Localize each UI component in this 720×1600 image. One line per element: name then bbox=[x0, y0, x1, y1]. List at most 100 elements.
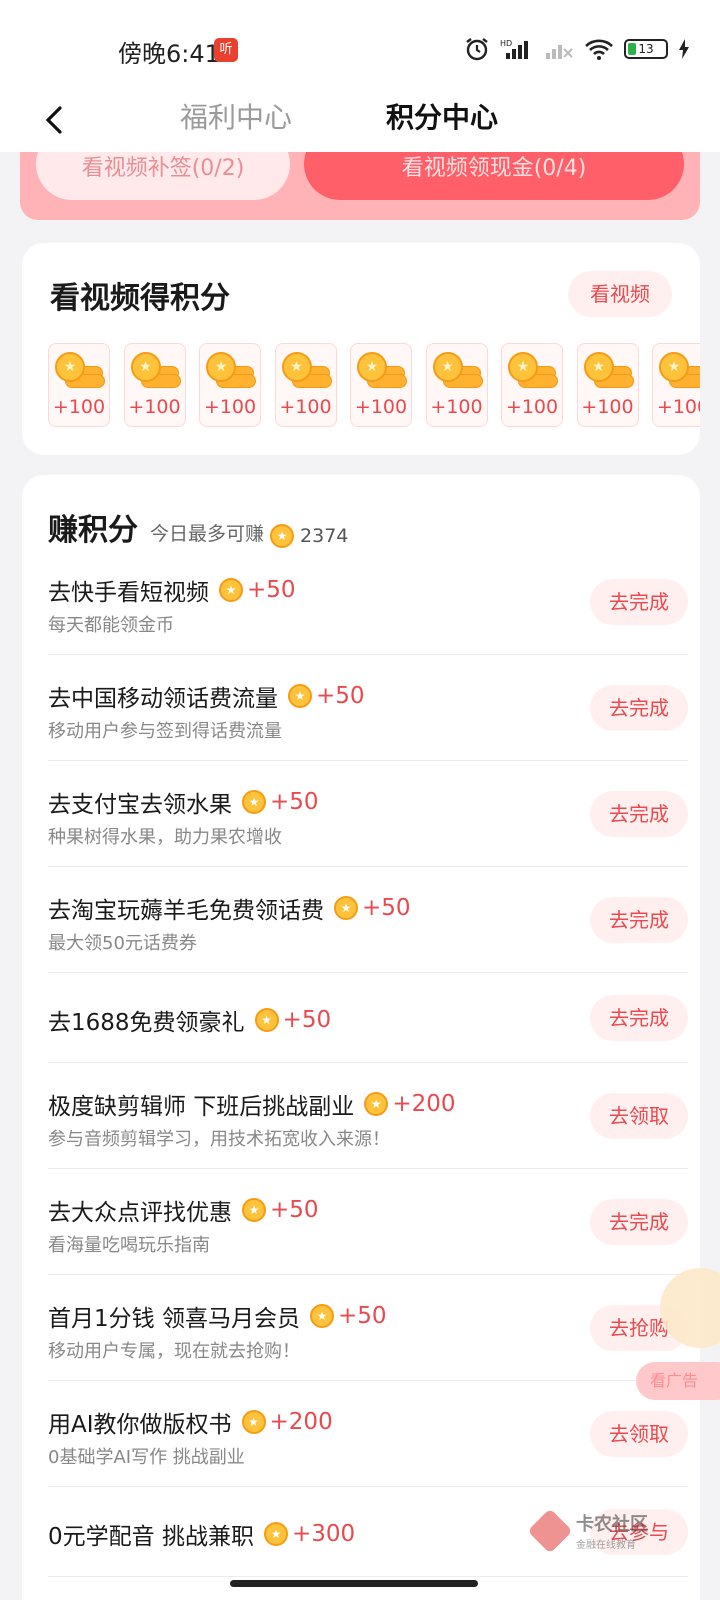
watch-video-button[interactable]: 看视频 bbox=[568, 271, 672, 317]
task-description: 0基础学AI写作 挑战副业 bbox=[48, 1447, 245, 1468]
app-badge-icon: 听 bbox=[214, 38, 238, 62]
coin-stack-icon bbox=[508, 352, 558, 388]
makeup-checkin-button[interactable]: 看视频补签(0/2) bbox=[36, 152, 290, 200]
coin-reward-tile[interactable]: +100 bbox=[576, 343, 639, 427]
task-description: 移动用户参与签到得话费流量 bbox=[48, 721, 282, 742]
task-points: +50 bbox=[337, 1303, 387, 1329]
task-action-button[interactable]: 去完成 bbox=[590, 1199, 688, 1245]
task-points: +50 bbox=[316, 683, 365, 709]
star-coin-icon: ★ bbox=[309, 1304, 334, 1328]
task-action-button[interactable]: 去完成 bbox=[590, 685, 688, 731]
coin-stack-icon bbox=[659, 352, 700, 388]
earn-points-card: 赚积分 今日最多可赚 ★ 2374 去快手看短视频 ★ +50 每天都能领金币 去完成去… bbox=[22, 475, 700, 1600]
task-action-button[interactable]: 去完成 bbox=[590, 995, 688, 1041]
alarm-icon bbox=[464, 36, 490, 62]
earn-max-points: 2374 bbox=[300, 525, 349, 547]
task-item: 去淘宝玩薅羊毛免费领话费 ★ +50 最大领50元话费券 去完成 bbox=[48, 867, 688, 973]
video-points-title: 看视频得积分 bbox=[50, 281, 230, 316]
watermark: 卡农社区 金融在线教育 bbox=[527, 1507, 648, 1554]
coin-reward-tile[interactable]: +100 bbox=[123, 343, 186, 427]
task-action-button[interactable]: 去完成 bbox=[590, 791, 688, 837]
coin-reward-tile[interactable]: +100 bbox=[48, 343, 110, 427]
task-item: 极度缺剪辑师 下班后挑战副业 ★ +200 参与音频剪辑学习，用技术拓宽收入来源！ 去领… bbox=[48, 1063, 688, 1169]
earn-title: 赚积分 bbox=[48, 513, 138, 548]
watermark-logo-icon bbox=[527, 1507, 573, 1554]
task-action-button[interactable]: 去领取 bbox=[590, 1411, 688, 1457]
earn-subtitle: 今日最多可赚 bbox=[150, 523, 265, 545]
watermark-sub: 金融在线教育 bbox=[576, 1540, 636, 1551]
watch-video-cash-button[interactable]: 看视频领现金(0/4) bbox=[304, 152, 684, 200]
task-item: 去1688免费领豪礼 ★ +50 去完成 bbox=[48, 973, 688, 1063]
coin-stack-icon bbox=[432, 352, 483, 388]
task-points: +50 bbox=[270, 1197, 319, 1223]
task-title: 去大众点评找优惠 bbox=[48, 1200, 232, 1226]
svg-text:HD: HD bbox=[500, 39, 512, 48]
coin-reward-label: +100 bbox=[430, 396, 483, 418]
task-title: 首月1分钱 领喜马月会员 bbox=[48, 1306, 300, 1332]
charging-icon bbox=[678, 38, 690, 60]
coin-stack-icon bbox=[281, 352, 332, 388]
coin-reward-tile[interactable]: +100 bbox=[652, 343, 700, 427]
coin-reward-label: +100 bbox=[656, 396, 700, 418]
task-title: 去1688免费领豪礼 bbox=[48, 1010, 245, 1036]
video-points-card: 看视频得积分 看视频 +100+100+100+100+100+100+100+… bbox=[22, 243, 700, 455]
earn-header: 赚积分 今日最多可赚 ★ 2374 bbox=[48, 505, 348, 549]
coin-reward-tile[interactable]: +100 bbox=[501, 343, 563, 427]
battery-level: 13 bbox=[638, 42, 654, 56]
task-title: 去支付宝去领水果 bbox=[48, 792, 232, 818]
home-indicator[interactable] bbox=[230, 1580, 478, 1587]
task-item: 首月1分钱 领喜马月会员 ★ +50 移动用户专属，现在就去抢购！ 去抢购 bbox=[48, 1275, 688, 1381]
coin-reward-label: +100 bbox=[279, 396, 332, 418]
coin-reward-label: +100 bbox=[354, 396, 408, 418]
task-action-button[interactable]: 去领取 bbox=[590, 1093, 688, 1139]
task-points: +200 bbox=[269, 1409, 333, 1435]
star-coin-icon: ★ bbox=[242, 1198, 266, 1222]
coin-stack-icon bbox=[206, 352, 256, 388]
task-points: +50 bbox=[362, 895, 411, 921]
task-description: 种果树得水果，助力果农增收 bbox=[48, 827, 282, 848]
chevron-left-icon bbox=[45, 106, 62, 134]
coin-reward-tile[interactable]: +100 bbox=[274, 343, 337, 427]
coin-reward-tile[interactable]: +100 bbox=[350, 343, 412, 427]
star-coin-icon: ★ bbox=[241, 1410, 266, 1434]
task-list: 去快手看短视频 ★ +50 每天都能领金币 去完成 去中国移动领话费流量 ★ +50 移动用户参… bbox=[48, 549, 688, 1577]
task-points: +300 bbox=[291, 1521, 356, 1547]
coin-reward-tile[interactable]: +100 bbox=[425, 343, 488, 427]
coin-stack-icon bbox=[357, 352, 407, 388]
task-title: 去中国移动领话费流量 bbox=[48, 686, 278, 712]
star-coin-icon: ★ bbox=[254, 1008, 279, 1032]
task-item: 用AI教你做版权书 ★ +200 0基础学AI写作 挑战副业 去领取 bbox=[48, 1381, 688, 1487]
task-item: 去快手看短视频 ★ +50 每天都能领金币 去完成 bbox=[48, 549, 688, 655]
coin-reward-label: +100 bbox=[203, 396, 257, 418]
floating-ad-widget[interactable]: 看广告 bbox=[636, 1258, 720, 1408]
task-action-button[interactable]: 去完成 bbox=[590, 897, 688, 943]
task-description: 每天都能领金币 bbox=[48, 615, 174, 636]
back-button[interactable] bbox=[30, 96, 78, 144]
task-item: 去大众点评找优惠 ★ +50 看海量吃喝玩乐指南 去完成 bbox=[48, 1169, 688, 1275]
coin-stack-icon bbox=[55, 352, 105, 388]
battery-icon: 13 bbox=[624, 39, 668, 59]
floating-ad-label: 看广告 bbox=[636, 1362, 720, 1400]
tab-welfare-center[interactable]: 福利中心 bbox=[180, 94, 292, 142]
coin-bag-icon bbox=[660, 1268, 720, 1348]
status-time: 傍晚6:41 bbox=[118, 40, 220, 68]
star-coin-icon: ★ bbox=[334, 896, 358, 920]
coin-reward-row: +100 +100 +100 +100 +100 +100 +100 +100 +100 bbox=[48, 343, 700, 429]
task-points: +50 bbox=[247, 577, 296, 603]
signal-off-icon bbox=[544, 37, 574, 61]
task-title: 用AI教你做版权书 bbox=[48, 1412, 232, 1438]
status-bar: 傍晚6:41 听 HD 13 bbox=[0, 0, 720, 88]
star-coin-icon: ★ bbox=[288, 684, 312, 708]
coin-reward-label: +100 bbox=[581, 396, 634, 418]
task-description: 看海量吃喝玩乐指南 bbox=[48, 1235, 210, 1256]
coin-reward-tile[interactable]: +100 bbox=[199, 343, 261, 427]
status-icons: HD 13 bbox=[464, 34, 690, 64]
star-coin-icon: ★ bbox=[219, 578, 243, 602]
tab-points-center[interactable]: 积分中心 bbox=[386, 94, 498, 142]
star-coin-icon: ★ bbox=[263, 1522, 288, 1546]
coin-reward-label: +100 bbox=[52, 396, 106, 418]
task-action-button[interactable]: 去完成 bbox=[590, 579, 688, 625]
task-description: 移动用户专属，现在就去抢购！ bbox=[48, 1341, 300, 1362]
task-title: 去淘宝玩薅羊毛免费领话费 bbox=[48, 898, 324, 924]
task-title: 0元学配音 挑战兼职 bbox=[48, 1524, 254, 1550]
